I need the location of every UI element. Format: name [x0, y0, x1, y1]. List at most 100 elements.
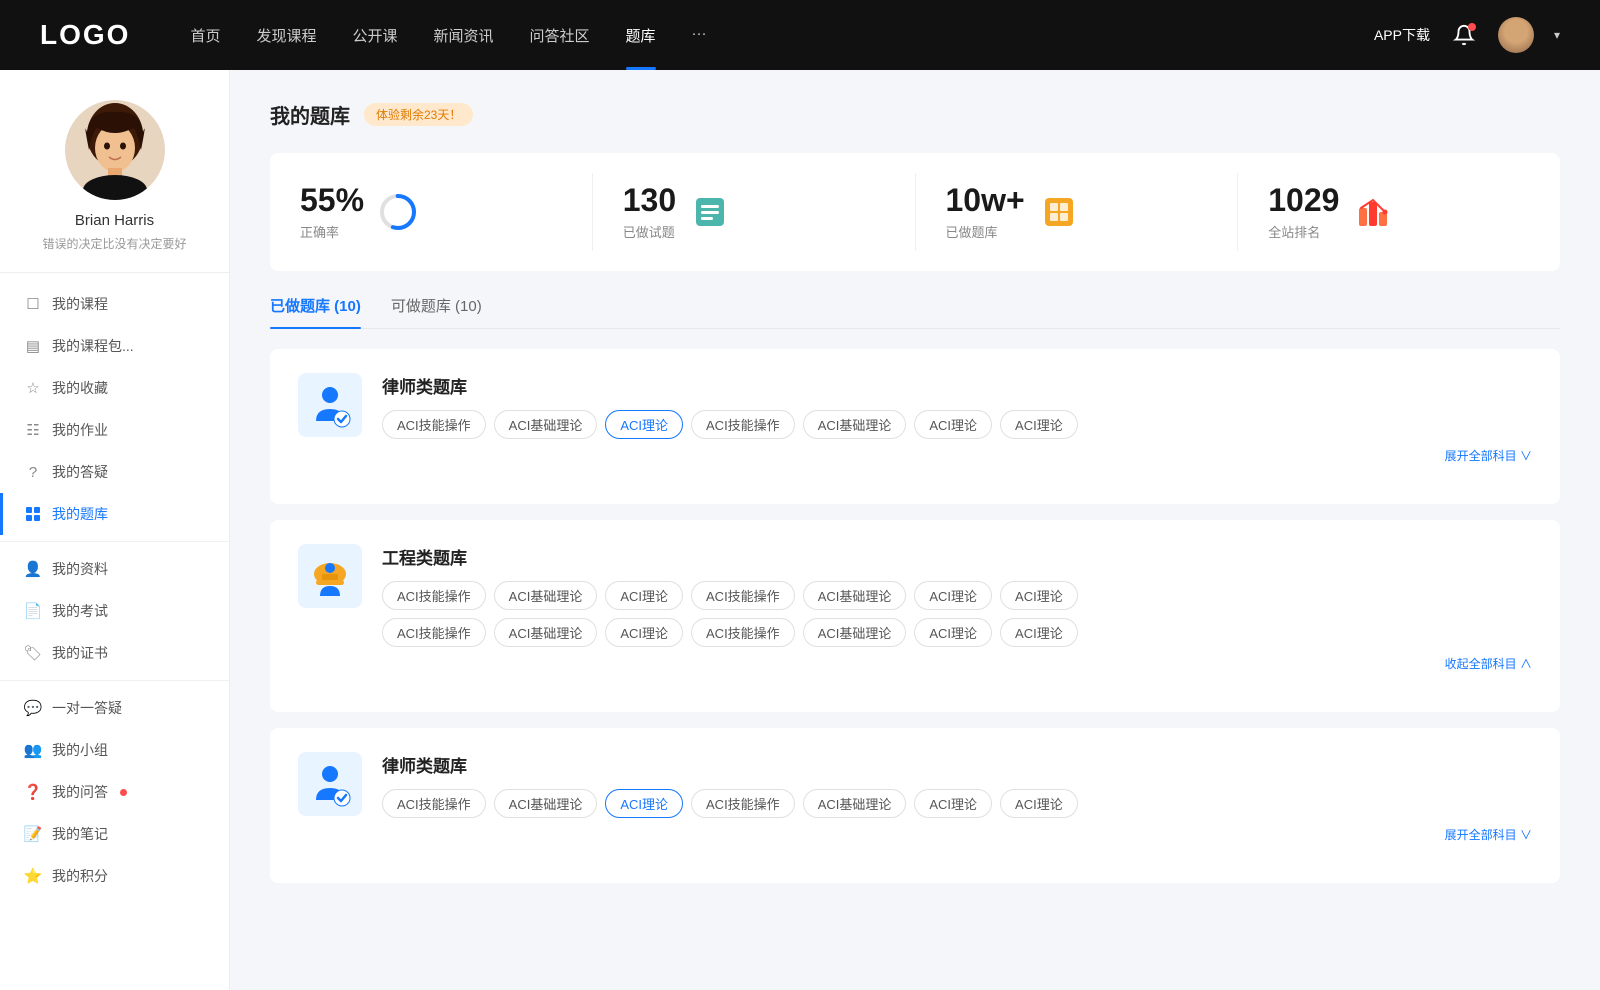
qbank-header-2: 工程类题库 ACI技能操作 ACI基础理论 ACI理论 ACI技能操作 ACI基…	[298, 544, 1532, 672]
qbank-card-3: 律师类题库 ACI技能操作 ACI基础理论 ACI理论 ACI技能操作 ACI基…	[270, 728, 1560, 883]
bar-icon: ▤	[24, 337, 42, 355]
question-icon: ?	[24, 463, 42, 481]
qbank-icon-engineer	[298, 544, 362, 608]
stat-accuracy: 55% 正确率	[270, 173, 593, 251]
user-avatar[interactable]	[1498, 17, 1534, 53]
chat-icon: 💬	[24, 699, 42, 717]
user-motto: 错误的决定比没有决定要好	[42, 235, 186, 252]
nav-news[interactable]: 新闻资讯	[434, 25, 494, 46]
tag-2-1[interactable]: ACI技能操作	[382, 581, 486, 610]
sidebar-item-exams[interactable]: 📄 我的考试	[0, 590, 229, 632]
engineer-helmet-icon	[306, 552, 354, 600]
tab-available[interactable]: 可做题库 (10)	[391, 295, 482, 328]
stat-questions-done: 130 已做试题	[593, 173, 916, 251]
table-icon	[1039, 192, 1079, 232]
tag-3-4[interactable]: ACI技能操作	[691, 789, 795, 818]
rank-icon	[1353, 192, 1393, 232]
user-dropdown-arrow[interactable]: ▾	[1554, 28, 1560, 42]
tag-2-12[interactable]: ACI基础理论	[803, 618, 907, 647]
sidebar-item-favorites[interactable]: ☆ 我的收藏	[0, 367, 229, 409]
page-layout: Brian Harris 错误的决定比没有决定要好 ☐ 我的课程 ▤ 我的课程包…	[0, 70, 1600, 990]
qa-notification-dot	[120, 789, 127, 796]
tag-2-4[interactable]: ACI技能操作	[691, 581, 795, 610]
sidebar-item-courses[interactable]: ☐ 我的课程	[0, 283, 229, 325]
main-content: 我的题库 体验剩余23天！ 55% 正确率	[230, 70, 1600, 990]
qbank-title-1: 律师类题库	[382, 373, 1532, 398]
nav-open-course[interactable]: 公开课	[352, 25, 397, 46]
lawyer-badge-icon	[306, 381, 354, 429]
tag-2-3[interactable]: ACI理论	[605, 581, 683, 610]
qbank-title-3: 律师类题库	[382, 752, 1532, 777]
tags-row-2a: ACI技能操作 ACI基础理论 ACI理论 ACI技能操作 ACI基础理论 AC…	[382, 581, 1532, 610]
sidebar: Brian Harris 错误的决定比没有决定要好 ☐ 我的课程 ▤ 我的课程包…	[0, 70, 230, 990]
sidebar-item-question-bank[interactable]: 我的题库	[0, 493, 229, 535]
sidebar-item-group[interactable]: 👥 我的小组	[0, 729, 229, 771]
qa-icon: ❓	[24, 783, 42, 801]
sidebar-item-notes[interactable]: 📝 我的笔记	[0, 813, 229, 855]
tag-2-9[interactable]: ACI基础理论	[494, 618, 598, 647]
sidebar-item-homework[interactable]: ☷ 我的作业	[0, 409, 229, 451]
stat-accuracy-text: 55% 正确率	[300, 183, 364, 241]
tag-1-1[interactable]: ACI技能操作	[382, 410, 486, 439]
tag-3-6[interactable]: ACI理论	[914, 789, 992, 818]
sidebar-item-course-package[interactable]: ▤ 我的课程包...	[0, 325, 229, 367]
tag-3-1[interactable]: ACI技能操作	[382, 789, 486, 818]
tag-3-5[interactable]: ACI基础理论	[803, 789, 907, 818]
tag-2-7[interactable]: ACI理论	[1000, 581, 1078, 610]
tag-2-8[interactable]: ACI技能操作	[382, 618, 486, 647]
star-icon: ☆	[24, 379, 42, 397]
notification-dot	[1468, 23, 1476, 31]
tag-2-13[interactable]: ACI理论	[914, 618, 992, 647]
navbar-right: APP下载 ▾	[1374, 17, 1560, 53]
score-icon: ⭐	[24, 867, 42, 885]
tag-2-11[interactable]: ACI技能操作	[691, 618, 795, 647]
sidebar-item-my-qa[interactable]: ❓ 我的问答	[0, 771, 229, 813]
sidebar-label-notes: 我的笔记	[52, 824, 108, 844]
nav-more[interactable]: ···	[692, 25, 707, 46]
qbank-header-1: 律师类题库 ACI技能操作 ACI基础理论 ACI理论 ACI技能操作 ACI基…	[298, 373, 1532, 464]
tag-1-5[interactable]: ACI基础理论	[803, 410, 907, 439]
tag-2-2[interactable]: ACI基础理论	[494, 581, 598, 610]
sidebar-item-answers[interactable]: ? 我的答疑	[0, 451, 229, 493]
qbank-header-3: 律师类题库 ACI技能操作 ACI基础理论 ACI理论 ACI技能操作 ACI基…	[298, 752, 1532, 843]
qbank-icon-lawyer-1	[298, 373, 362, 437]
sidebar-item-profile[interactable]: 👤 我的资料	[0, 548, 229, 590]
tag-1-4[interactable]: ACI技能操作	[691, 410, 795, 439]
nav-discover[interactable]: 发现课程	[256, 25, 316, 46]
tab-done[interactable]: 已做题库 (10)	[270, 295, 361, 328]
tag-1-7[interactable]: ACI理论	[1000, 410, 1078, 439]
people-icon: 👤	[24, 560, 42, 578]
doc-icon: ☷	[24, 421, 42, 439]
expand-link-1[interactable]: 展开全部科目 ∨	[382, 447, 1532, 464]
tag-2-10[interactable]: ACI理论	[605, 618, 683, 647]
qbank-card-1: 律师类题库 ACI技能操作 ACI基础理论 ACI理论 ACI技能操作 ACI基…	[270, 349, 1560, 504]
sidebar-item-one-on-one[interactable]: 💬 一对一答疑	[0, 687, 229, 729]
tag-2-14[interactable]: ACI理论	[1000, 618, 1078, 647]
tag-3-2[interactable]: ACI基础理论	[494, 789, 598, 818]
expand-link-3[interactable]: 展开全部科目 ∨	[382, 826, 1532, 843]
stat-banks-done: 10w+ 已做题库	[916, 173, 1239, 251]
tag-3-7[interactable]: ACI理论	[1000, 789, 1078, 818]
file2-icon: 📄	[24, 602, 42, 620]
tag-2-5[interactable]: ACI基础理论	[803, 581, 907, 610]
logo: LOGO	[40, 19, 130, 51]
tag-1-3[interactable]: ACI理论	[605, 410, 683, 439]
tag-3-3[interactable]: ACI理论	[605, 789, 683, 818]
app-download-button[interactable]: APP下载	[1374, 25, 1430, 45]
tag-2-6[interactable]: ACI理论	[914, 581, 992, 610]
stat-banks-done-value: 10w+	[946, 183, 1025, 218]
qbank-title-2: 工程类题库	[382, 544, 1532, 569]
stat-accuracy-label: 正确率	[300, 222, 364, 241]
nav-question-bank[interactable]: 题库	[626, 25, 656, 46]
collapse-link-2[interactable]: 收起全部科目 ∧	[382, 655, 1532, 672]
tags-row-2b: ACI技能操作 ACI基础理论 ACI理论 ACI技能操作 ACI基础理论 AC…	[382, 618, 1532, 647]
notification-bell[interactable]	[1450, 21, 1478, 49]
nav-home[interactable]: 首页	[190, 25, 220, 46]
divider-2	[0, 680, 229, 681]
sidebar-item-certificates[interactable]: 🏷 我的证书	[0, 632, 229, 674]
nav-qa[interactable]: 问答社区	[530, 25, 590, 46]
stat-questions-done-text: 130 已做试题	[623, 183, 676, 241]
sidebar-item-points[interactable]: ⭐ 我的积分	[0, 855, 229, 897]
tag-1-6[interactable]: ACI理论	[914, 410, 992, 439]
tag-1-2[interactable]: ACI基础理论	[494, 410, 598, 439]
